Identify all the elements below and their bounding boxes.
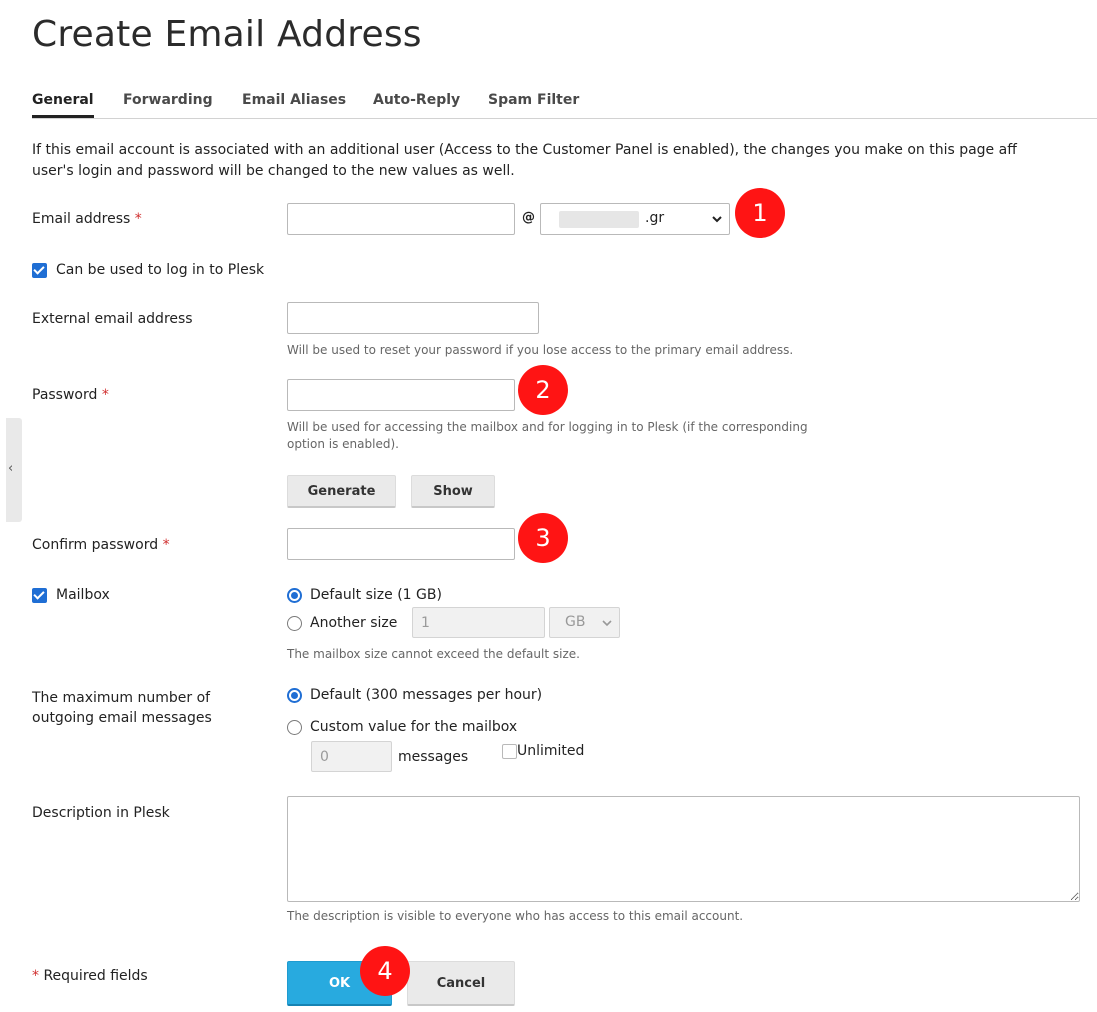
- mailbox-label: Mailbox: [56, 587, 110, 603]
- password-input[interactable]: [287, 379, 515, 411]
- mailbox-size-hint: The mailbox size cannot exceed the defau…: [287, 647, 580, 661]
- tab-email-aliases[interactable]: Email Aliases: [242, 90, 346, 110]
- email-local-part-input[interactable]: [287, 203, 515, 235]
- outgoing-default-label: Default (300 messages per hour): [310, 687, 543, 703]
- outgoing-custom-radio[interactable]: [287, 720, 302, 735]
- at-sign: @: [522, 210, 535, 225]
- description-textarea[interactable]: [287, 796, 1080, 902]
- tab-auto-reply[interactable]: Auto-Reply: [373, 90, 460, 110]
- outgoing-count-input[interactable]: [311, 741, 392, 772]
- sidebar-collapse-handle[interactable]: ‹: [6, 418, 22, 522]
- mailbox-another-size-label: Another size: [310, 615, 398, 631]
- login-checkbox[interactable]: [32, 263, 47, 278]
- mailbox-default-size-label: Default size (1 GB): [310, 587, 442, 603]
- generate-button[interactable]: Generate: [287, 475, 396, 508]
- chevron-down-icon: [602, 620, 612, 627]
- mailbox-unit-select[interactable]: GB: [549, 607, 620, 638]
- unlimited-label: Unlimited: [517, 743, 585, 759]
- outgoing-custom-label: Custom value for the mailbox: [310, 719, 518, 735]
- mailbox-unit-value: GB: [565, 614, 586, 630]
- confirm-password-input[interactable]: [287, 528, 515, 560]
- mailbox-default-size-radio[interactable]: [287, 588, 302, 603]
- domain-select[interactable]: .gr: [540, 203, 730, 235]
- annotation-badge-1: 1: [735, 188, 785, 238]
- description-label: Description in Plesk: [32, 805, 170, 821]
- password-hint: Will be used for accessing the mailbox a…: [287, 420, 808, 451]
- tab-forwarding[interactable]: Forwarding: [123, 90, 213, 110]
- outgoing-limit-label: The maximum number of outgoing email mes…: [32, 690, 212, 726]
- mailbox-another-size-radio[interactable]: [287, 616, 302, 631]
- description-hint: The description is visible to everyone w…: [287, 909, 744, 923]
- external-email-input[interactable]: [287, 302, 539, 334]
- unlimited-checkbox[interactable]: [502, 744, 517, 759]
- domain-name-redacted: [559, 211, 639, 228]
- required-fields-note: * Required fields: [32, 968, 148, 984]
- password-label: Password *: [32, 387, 109, 403]
- chevron-left-icon: ‹: [8, 461, 14, 476]
- info-text: If this email account is associated with…: [32, 140, 1097, 182]
- confirm-password-label: Confirm password *: [32, 537, 170, 553]
- cancel-button[interactable]: Cancel: [407, 961, 515, 1006]
- outgoing-messages-label: messages: [398, 749, 469, 765]
- tab-spam-filter[interactable]: Spam Filter: [488, 90, 579, 110]
- external-email-hint: Will be used to reset your password if y…: [287, 343, 794, 357]
- info-line-1: If this email account is associated with…: [32, 142, 1017, 158]
- tab-bar: General Forwarding Email Aliases Auto-Re…: [32, 90, 1097, 119]
- mailbox-checkbox[interactable]: [32, 588, 47, 603]
- annotation-badge-2: 2: [518, 365, 568, 415]
- domain-suffix: .gr: [645, 210, 665, 226]
- outgoing-default-radio[interactable]: [287, 688, 302, 703]
- chevron-down-icon: [712, 216, 722, 223]
- external-email-label: External email address: [32, 311, 193, 327]
- login-checkbox-label: Can be used to log in to Plesk: [56, 262, 265, 278]
- annotation-badge-4: 4: [360, 946, 410, 996]
- show-password-button[interactable]: Show: [411, 475, 495, 508]
- annotation-badge-3: 3: [518, 513, 568, 563]
- page-title: Create Email Address: [32, 14, 422, 55]
- info-line-2: user's login and password will be change…: [32, 163, 515, 179]
- email-address-label: Email address *: [32, 211, 142, 227]
- tab-general[interactable]: General: [32, 90, 94, 118]
- mailbox-size-input[interactable]: [412, 607, 545, 638]
